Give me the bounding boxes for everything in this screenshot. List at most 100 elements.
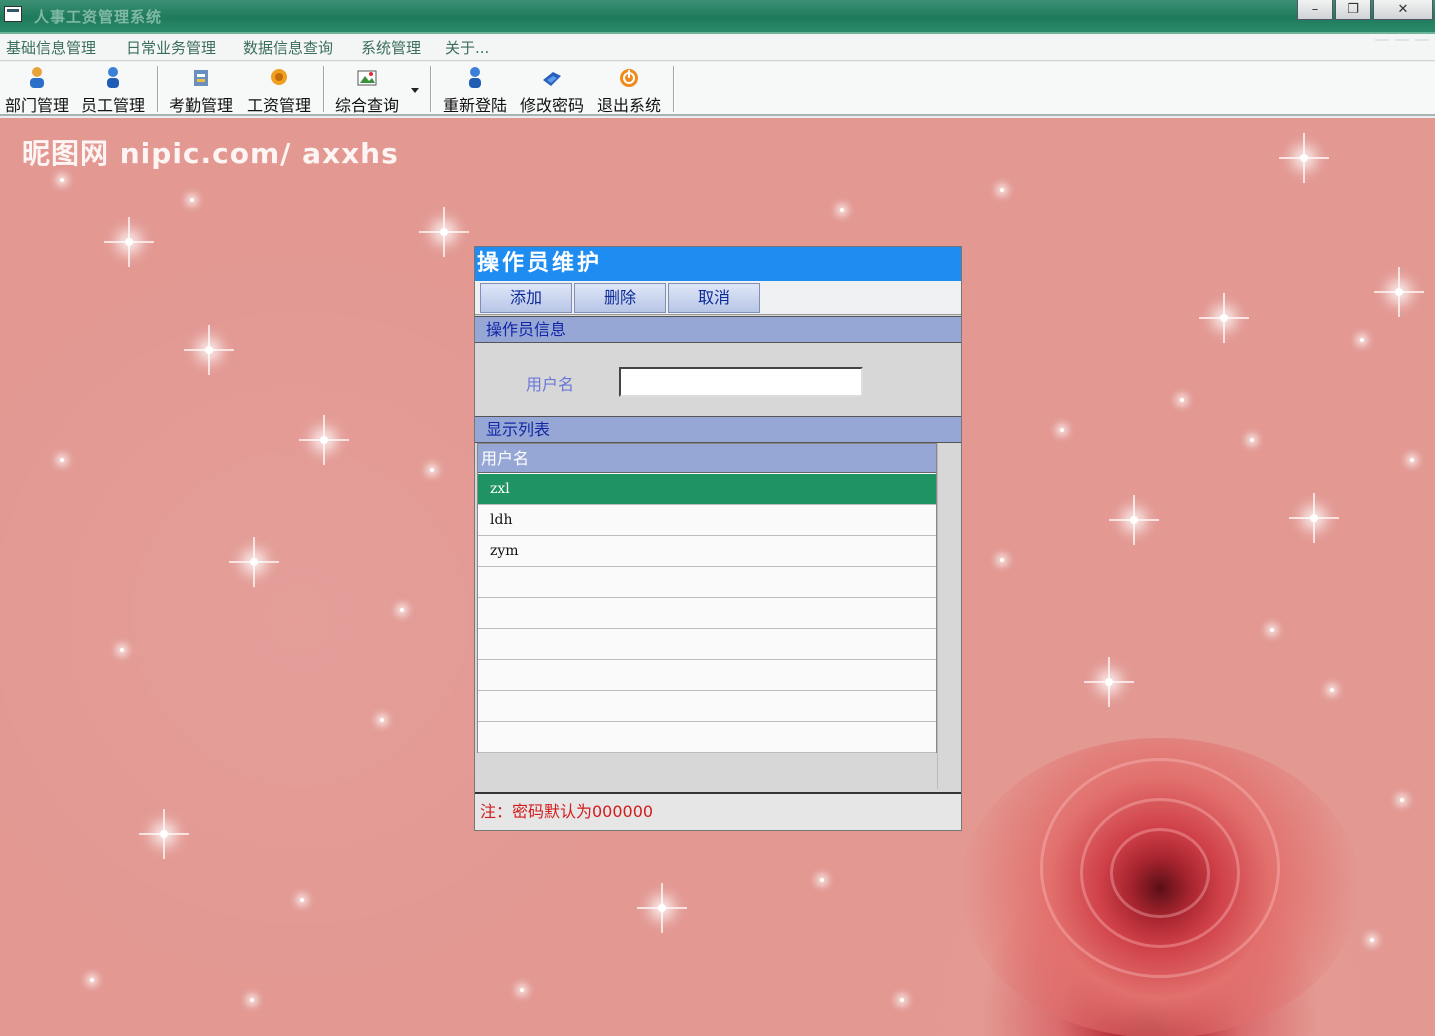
toolbar-label: 修改密码: [519, 96, 584, 115]
menu-system[interactable]: 系统管理: [361, 37, 421, 58]
sparkle: [1180, 398, 1184, 402]
sparkle: [300, 898, 304, 902]
sparkle: [380, 718, 384, 722]
app-icon[interactable]: [4, 6, 22, 22]
add-button[interactable]: 添加: [480, 283, 572, 313]
table-row[interactable]: zym: [478, 536, 936, 567]
sparkle: [1289, 493, 1339, 543]
sparkle: [520, 988, 524, 992]
users-icon: [26, 66, 48, 90]
sparkle: [1270, 628, 1274, 632]
dialog-title: 操作员维护: [475, 247, 961, 281]
sparkle: [250, 998, 254, 1002]
operator-list[interactable]: 用户名 zxl ldh zym: [477, 443, 937, 753]
sparkle: [184, 325, 234, 375]
toolbar-attendance-button[interactable]: 考勤管理: [166, 64, 236, 115]
username-input[interactable]: [619, 367, 863, 397]
toolbar-label: 部门管理: [4, 96, 69, 115]
table-row[interactable]: [478, 598, 936, 629]
sparkle: [190, 198, 194, 202]
table-row[interactable]: [478, 660, 936, 691]
close-button[interactable]: ✕: [1373, 0, 1433, 20]
toolbar-separator: [323, 66, 325, 112]
sparkle: [1370, 938, 1374, 942]
attendance-icon: [190, 66, 212, 90]
toolbar-separator: [430, 66, 432, 112]
toolbar-employee-button[interactable]: 员工管理: [78, 64, 148, 115]
user-icon: [102, 66, 124, 90]
sparkle: [1279, 133, 1329, 183]
toolbar-label: 工资管理: [246, 96, 311, 115]
minimize-button[interactable]: –: [1297, 0, 1333, 20]
list-column-header-username[interactable]: 用户名: [478, 444, 936, 473]
menu-bar: 基础信息管理 日常业务管理 数据信息查询 系统管理 关于...: [0, 34, 1435, 61]
toolbar-department-button[interactable]: 部门管理: [2, 64, 72, 115]
menu-daily-business[interactable]: 日常业务管理: [126, 37, 216, 58]
table-row[interactable]: zxl: [478, 474, 936, 505]
picture-icon: [356, 66, 378, 90]
query-dropdown-arrow[interactable]: [411, 88, 419, 93]
sparkle: [900, 998, 904, 1002]
coins-icon: [268, 66, 290, 90]
window-title: 人事工资管理系统: [34, 8, 163, 26]
sparkle: [1000, 558, 1004, 562]
sparkle: [229, 537, 279, 587]
password-note: 注：密码默认为000000: [475, 792, 961, 830]
sparkle: [1199, 293, 1249, 343]
sparkle: [400, 608, 404, 612]
toolbar-exit-button[interactable]: 退出系统: [594, 64, 664, 115]
dialog-toolbar: 添加 删除 取消: [475, 281, 961, 315]
username-label: 用户名: [526, 375, 575, 394]
table-row[interactable]: [478, 629, 936, 660]
cancel-button[interactable]: 取消: [668, 283, 760, 313]
toolbar-change-password-button[interactable]: 修改密码: [517, 64, 587, 115]
sparkle: [139, 809, 189, 859]
sparkle: [1330, 688, 1334, 692]
sparkle: [820, 878, 824, 882]
key-icon: [541, 66, 563, 90]
table-row[interactable]: [478, 691, 936, 722]
operator-info-header: 操作员信息: [475, 316, 961, 343]
toolbar-label: 重新登陆: [442, 96, 507, 115]
operator-maintenance-dialog: 操作员维护 添加 删除 取消 操作员信息 用户名 显示列表 用户名 zxl ld…: [474, 246, 962, 831]
sparkle: [840, 208, 844, 212]
delete-button[interactable]: 删除: [574, 283, 666, 313]
sparkle: [430, 468, 434, 472]
sparkle: [637, 883, 687, 933]
rose-image: [960, 738, 1360, 1036]
sparkle: [1250, 438, 1254, 442]
list-scrollbar[interactable]: [937, 443, 960, 789]
sparkle: [60, 458, 64, 462]
menu-about[interactable]: 关于...: [445, 37, 489, 58]
sparkle: [1084, 657, 1134, 707]
toolbar-label: 员工管理: [80, 96, 145, 115]
relogin-icon: [464, 66, 486, 90]
sparkle: [1410, 458, 1414, 462]
sparkle: [1374, 267, 1424, 317]
menu-basic-info[interactable]: 基础信息管理: [6, 37, 96, 58]
watermark: 昵图网 nipic.com/ axxhs: [22, 137, 399, 170]
toolbar-label: 考勤管理: [168, 96, 233, 115]
toolbar-relogin-button[interactable]: 重新登陆: [440, 64, 510, 115]
toolbar-separator: [157, 66, 159, 112]
sparkle: [104, 217, 154, 267]
menu-data-query[interactable]: 数据信息查询: [243, 37, 333, 58]
sparkle: [90, 978, 94, 982]
sparkle: [120, 648, 124, 652]
mdi-controls: [1375, 39, 1429, 49]
table-row[interactable]: [478, 722, 936, 753]
table-row[interactable]: ldh: [478, 505, 936, 536]
toolbar-label: 综合查询: [334, 96, 399, 115]
sparkle: [60, 178, 64, 182]
restore-button[interactable]: ❐: [1335, 0, 1371, 20]
toolbar-label: 退出系统: [596, 96, 661, 115]
power-icon: [618, 66, 640, 90]
toolbar-query-button[interactable]: 综合查询: [332, 64, 402, 115]
sparkle: [299, 415, 349, 465]
sparkle: [1000, 188, 1004, 192]
display-list-header: 显示列表: [475, 416, 961, 443]
title-bar: 人事工资管理系统 – ❐ ✕: [0, 0, 1435, 34]
sparkle: [1360, 338, 1364, 342]
table-row[interactable]: [478, 567, 936, 598]
toolbar-salary-button[interactable]: 工资管理: [244, 64, 314, 115]
